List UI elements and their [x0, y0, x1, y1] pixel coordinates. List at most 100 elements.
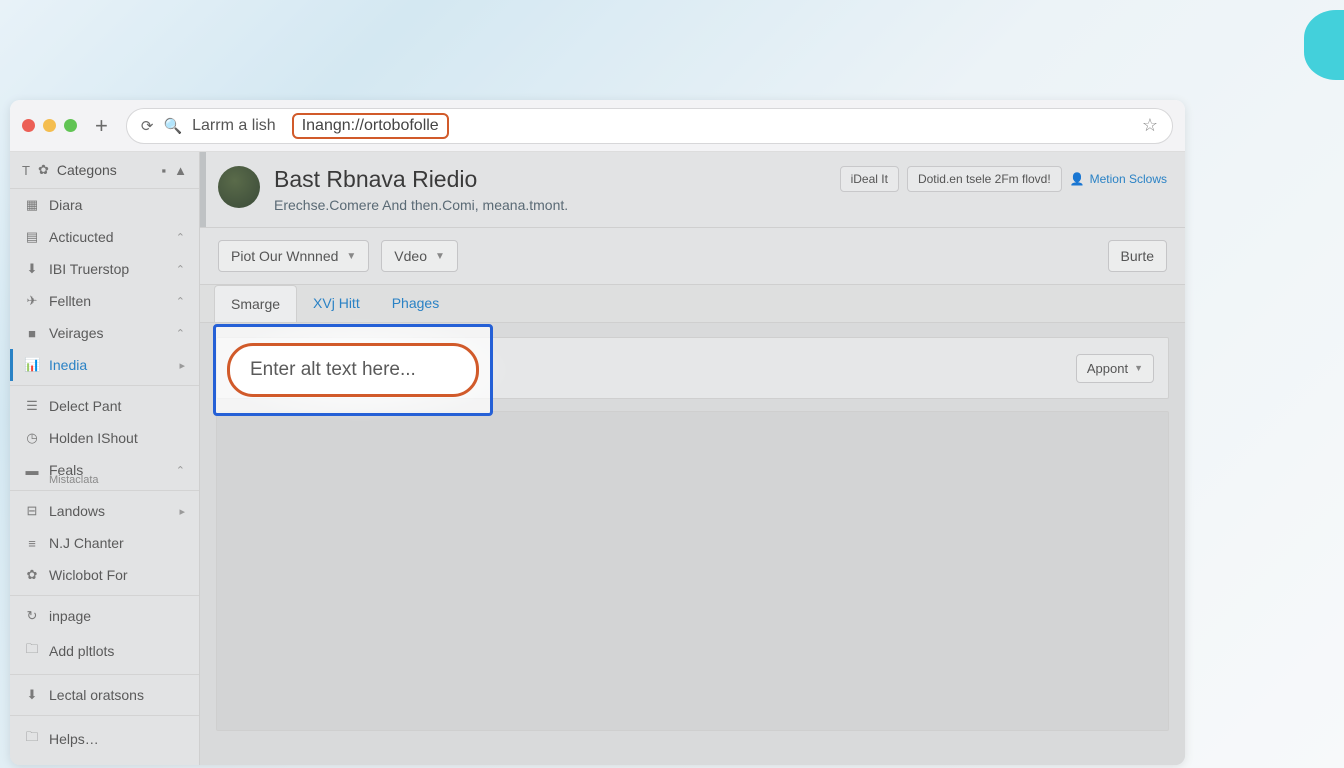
- dropdown-label: Piot Our Wnnned: [231, 248, 338, 264]
- chevron-down-icon: ▼: [346, 251, 356, 262]
- page-title: Bast Rbnava Riedio: [274, 166, 826, 193]
- appont-dropdown[interactable]: Appont ▼: [1076, 354, 1154, 383]
- sidebar-item-label: Fellten: [49, 293, 91, 309]
- sidebar-divider: [10, 674, 199, 675]
- app-body: T ✿ Categons ▪ ▲ ▦ Diara ▤ Acticucted ⌃ …: [10, 152, 1185, 765]
- sidebar-divider: [10, 385, 199, 386]
- tabs-bar: Smarge XVj Hitt Phages: [200, 285, 1185, 323]
- refresh-icon: ↻: [24, 608, 40, 624]
- sidebar-item-label: Acticucted: [49, 229, 114, 245]
- address-url-text: Inangn://ortobofolle: [302, 117, 439, 135]
- header-accent-bar: [200, 152, 206, 227]
- sidebar-item-label: Wiclobot For: [49, 567, 128, 583]
- alt-text-highlight: [213, 324, 493, 416]
- content-area: Appont ▼: [200, 323, 1185, 765]
- gear-icon: ✿: [24, 567, 40, 583]
- sidebar-item-fellten[interactable]: ✈ Fellten ⌃: [10, 285, 199, 317]
- pin-icon: ⬇: [24, 687, 40, 703]
- sidebar-item-label: N.J Chanter: [49, 535, 124, 551]
- close-window-button[interactable]: [22, 119, 35, 132]
- tab-smarge[interactable]: Smarge: [214, 285, 297, 322]
- sidebar-item-holden-ishout[interactable]: ◷ Holden IShout: [10, 422, 199, 454]
- sidebar-item-wiclobot-for[interactable]: ✿ Wiclobot For: [10, 559, 199, 591]
- sidebar-item-label: Lectal oratsons: [49, 687, 144, 703]
- minimize-window-button[interactable]: [43, 119, 56, 132]
- user-link-label: Metion Sclows: [1090, 172, 1167, 186]
- sidebar-item-lectal-oratsons[interactable]: ⬇ Lectal oratsons: [10, 679, 199, 711]
- content-canvas: [216, 411, 1169, 731]
- sidebar-item-inedia[interactable]: 📊 Inedia ▸: [10, 349, 199, 381]
- decorative-cloud: [1304, 10, 1344, 80]
- reload-icon[interactable]: ⟳: [141, 117, 154, 135]
- sidebar-item-inpage[interactable]: ↻ inpage: [10, 600, 199, 632]
- sidebar-item-delect-pant[interactable]: ☰ Delect Pant: [10, 390, 199, 422]
- button-label: Burte: [1121, 248, 1154, 264]
- gear-icon[interactable]: ✿: [38, 162, 49, 178]
- tab-phages[interactable]: Phages: [376, 285, 455, 322]
- download-icon: ⬇: [24, 261, 40, 277]
- dotid-button[interactable]: Dotid.en tsele 2Fm flovd!: [907, 166, 1062, 192]
- text-icon: T: [22, 163, 30, 178]
- sidebar-item-label: Diara: [49, 197, 82, 213]
- window-controls: [22, 119, 77, 132]
- appont-label: Appont: [1087, 361, 1128, 376]
- plane-icon: ✈: [24, 293, 40, 309]
- chevron-up-icon: ⌃: [176, 295, 185, 308]
- pin-icon[interactable]: ▪: [162, 163, 167, 178]
- user-link[interactable]: 👤 Metion Sclows: [1070, 172, 1167, 186]
- sidebar-item-truerstop[interactable]: ⬇ IBI Truerstop ⌃: [10, 253, 199, 285]
- chevron-up-icon: ⌃: [176, 231, 185, 244]
- tab-xvj-hitt[interactable]: XVj Hitt: [297, 285, 376, 322]
- rows-icon: ☰: [24, 398, 40, 414]
- main-content: Bast Rbnava Riedio Erechse.Comere And th…: [200, 152, 1185, 765]
- sidebar-item-label: Delect Pant: [49, 398, 121, 414]
- user-icon: 👤: [1070, 172, 1085, 186]
- sidebar-item-label: Helps…: [49, 731, 99, 747]
- sidebar-item-label: Veirages: [49, 325, 103, 341]
- search-icon: 🔍: [163, 117, 182, 135]
- new-tab-button[interactable]: +: [87, 113, 116, 139]
- toolbar: Piot Our Wnnned ▼ Vdeo ▼ Burte: [200, 228, 1185, 285]
- page-header: Bast Rbnava Riedio Erechse.Comere And th…: [200, 152, 1185, 228]
- sidebar-item-nj-chanter[interactable]: ≡ N.J Chanter: [10, 527, 199, 559]
- address-bar[interactable]: ⟳ 🔍 Larrm a lish Inangn://ortobofolle ☆: [126, 108, 1173, 144]
- sidebar-item-helps[interactable]: 🗀 Helps…: [10, 720, 199, 758]
- window-icon: ⊟: [24, 503, 40, 519]
- sidebar-header: T ✿ Categons ▪ ▲: [10, 152, 199, 189]
- sidebar-item-add-pltlots[interactable]: 🗀 Add pltlots: [10, 632, 199, 670]
- sidebar-item-diara[interactable]: ▦ Diara: [10, 189, 199, 221]
- chevron-up-icon: ⌃: [176, 327, 185, 340]
- sidebar-item-veirages[interactable]: ■ Veirages ⌃: [10, 317, 199, 349]
- grid-icon: ▦: [24, 197, 40, 213]
- list-icon: ▤: [24, 229, 40, 245]
- chevron-up-icon: ⌃: [176, 263, 185, 276]
- bookmark-icon[interactable]: ☆: [1142, 115, 1158, 136]
- sidebar-item-label: Holden IShout: [49, 430, 138, 446]
- sidebar-item-feals[interactable]: ▬ Feals ⌃: [10, 454, 199, 480]
- piot-dropdown[interactable]: Piot Our Wnnned ▼: [218, 240, 369, 272]
- sidebar-header-label: Categons: [57, 162, 117, 178]
- chevron-down-icon: ▼: [1134, 363, 1143, 373]
- sidebar-item-label: Feals: [49, 462, 83, 478]
- sidebar-item-label: Landows: [49, 503, 105, 519]
- chevron-up-icon: ⌃: [176, 464, 185, 477]
- dropdown-label: Vdeo: [394, 248, 427, 264]
- vdeo-dropdown[interactable]: Vdeo ▼: [381, 240, 458, 272]
- header-text: Bast Rbnava Riedio Erechse.Comere And th…: [274, 166, 826, 213]
- avatar[interactable]: [218, 166, 260, 208]
- address-url-highlight: Inangn://ortobofolle: [292, 113, 449, 139]
- folder-icon: 🗀: [24, 728, 40, 750]
- sidebar-item-label: Inedia: [49, 357, 87, 373]
- bar-icon: ▬: [24, 463, 40, 478]
- maximize-window-button[interactable]: [64, 119, 77, 132]
- ideal-it-button[interactable]: iDeal It: [840, 166, 899, 192]
- collapse-icon[interactable]: ▲: [174, 163, 187, 178]
- chevron-right-icon: ▸: [179, 359, 185, 372]
- burte-button[interactable]: Burte: [1108, 240, 1167, 272]
- sidebar-item-acticucted[interactable]: ▤ Acticucted ⌃: [10, 221, 199, 253]
- chevron-right-icon: ▸: [179, 505, 185, 518]
- chevron-down-icon: ▼: [435, 251, 445, 262]
- sidebar: T ✿ Categons ▪ ▲ ▦ Diara ▤ Acticucted ⌃ …: [10, 152, 200, 765]
- alt-text-input[interactable]: [250, 359, 456, 381]
- sidebar-item-landows[interactable]: ⊟ Landows ▸: [10, 495, 199, 527]
